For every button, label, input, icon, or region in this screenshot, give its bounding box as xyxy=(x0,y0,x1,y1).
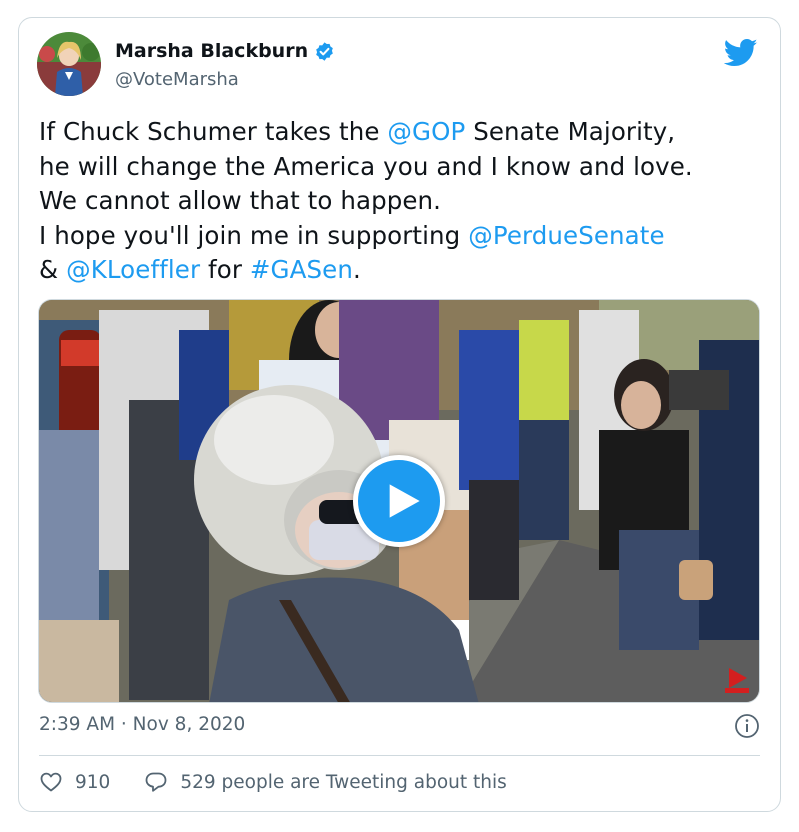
like-count: 910 xyxy=(75,771,111,793)
tweet-text-segment: for xyxy=(200,255,250,284)
tweet-line-5: & @KLoeffler for #GASen. xyxy=(39,253,769,288)
author-handle[interactable]: @VoteMarsha xyxy=(115,69,239,90)
play-icon xyxy=(389,484,420,518)
watermark-logo xyxy=(723,666,751,694)
tweet-text: If Chuck Schumer takes the @GOP Senate M… xyxy=(39,115,769,288)
info-icon[interactable] xyxy=(734,713,760,739)
video-player[interactable] xyxy=(38,299,760,703)
tweet-text-segment: Senate Majority, xyxy=(465,117,676,146)
speech-bubble-icon xyxy=(145,772,167,792)
mention-link-perduesenate[interactable]: @PerdueSenate xyxy=(468,221,664,250)
tweet-card[interactable]: Marsha Blackburn @VoteMarsha If Chuck Sc… xyxy=(18,17,781,812)
mention-link-gop[interactable]: @GOP xyxy=(387,117,465,146)
author-display-name[interactable]: Marsha Blackburn xyxy=(115,40,308,62)
tweet-line-3: We cannot allow that to happen. xyxy=(39,186,442,215)
tweet-text-segment: I hope you'll join me in supporting xyxy=(39,220,469,250)
reply-label: 529 people are Tweeting about this xyxy=(180,771,507,793)
tweet-text-segment: If Chuck Schumer takes the xyxy=(39,117,388,146)
tweet-text-segment: & xyxy=(39,255,67,284)
tweet-timestamp[interactable]: 2:39 AM · Nov 8, 2020 xyxy=(39,714,245,735)
tweet-text-segment: . xyxy=(352,255,361,284)
tweet-actions: 910 529 people are Tweeting about this xyxy=(39,770,507,794)
avatar[interactable] xyxy=(37,32,101,96)
play-button[interactable] xyxy=(353,455,445,547)
tweet-line-1: If Chuck Schumer takes the @GOP Senate M… xyxy=(39,115,769,150)
tweet-line-2: he will change the America you and I kno… xyxy=(39,151,693,181)
reply-button[interactable]: 529 people are Tweeting about this xyxy=(144,770,507,794)
twitter-bird-icon[interactable] xyxy=(723,38,758,68)
verified-badge-icon xyxy=(314,41,335,62)
divider xyxy=(39,755,760,756)
mention-link-kloeffler[interactable]: @KLoeffler xyxy=(66,255,200,284)
author-name-row: Marsha Blackburn xyxy=(115,40,335,62)
tweet-line-4: I hope you'll join me in supporting @Per… xyxy=(39,219,769,254)
hashtag-link-gasen[interactable]: #GASen xyxy=(250,255,353,284)
like-button[interactable]: 910 xyxy=(39,770,110,794)
heart-icon xyxy=(40,772,62,792)
